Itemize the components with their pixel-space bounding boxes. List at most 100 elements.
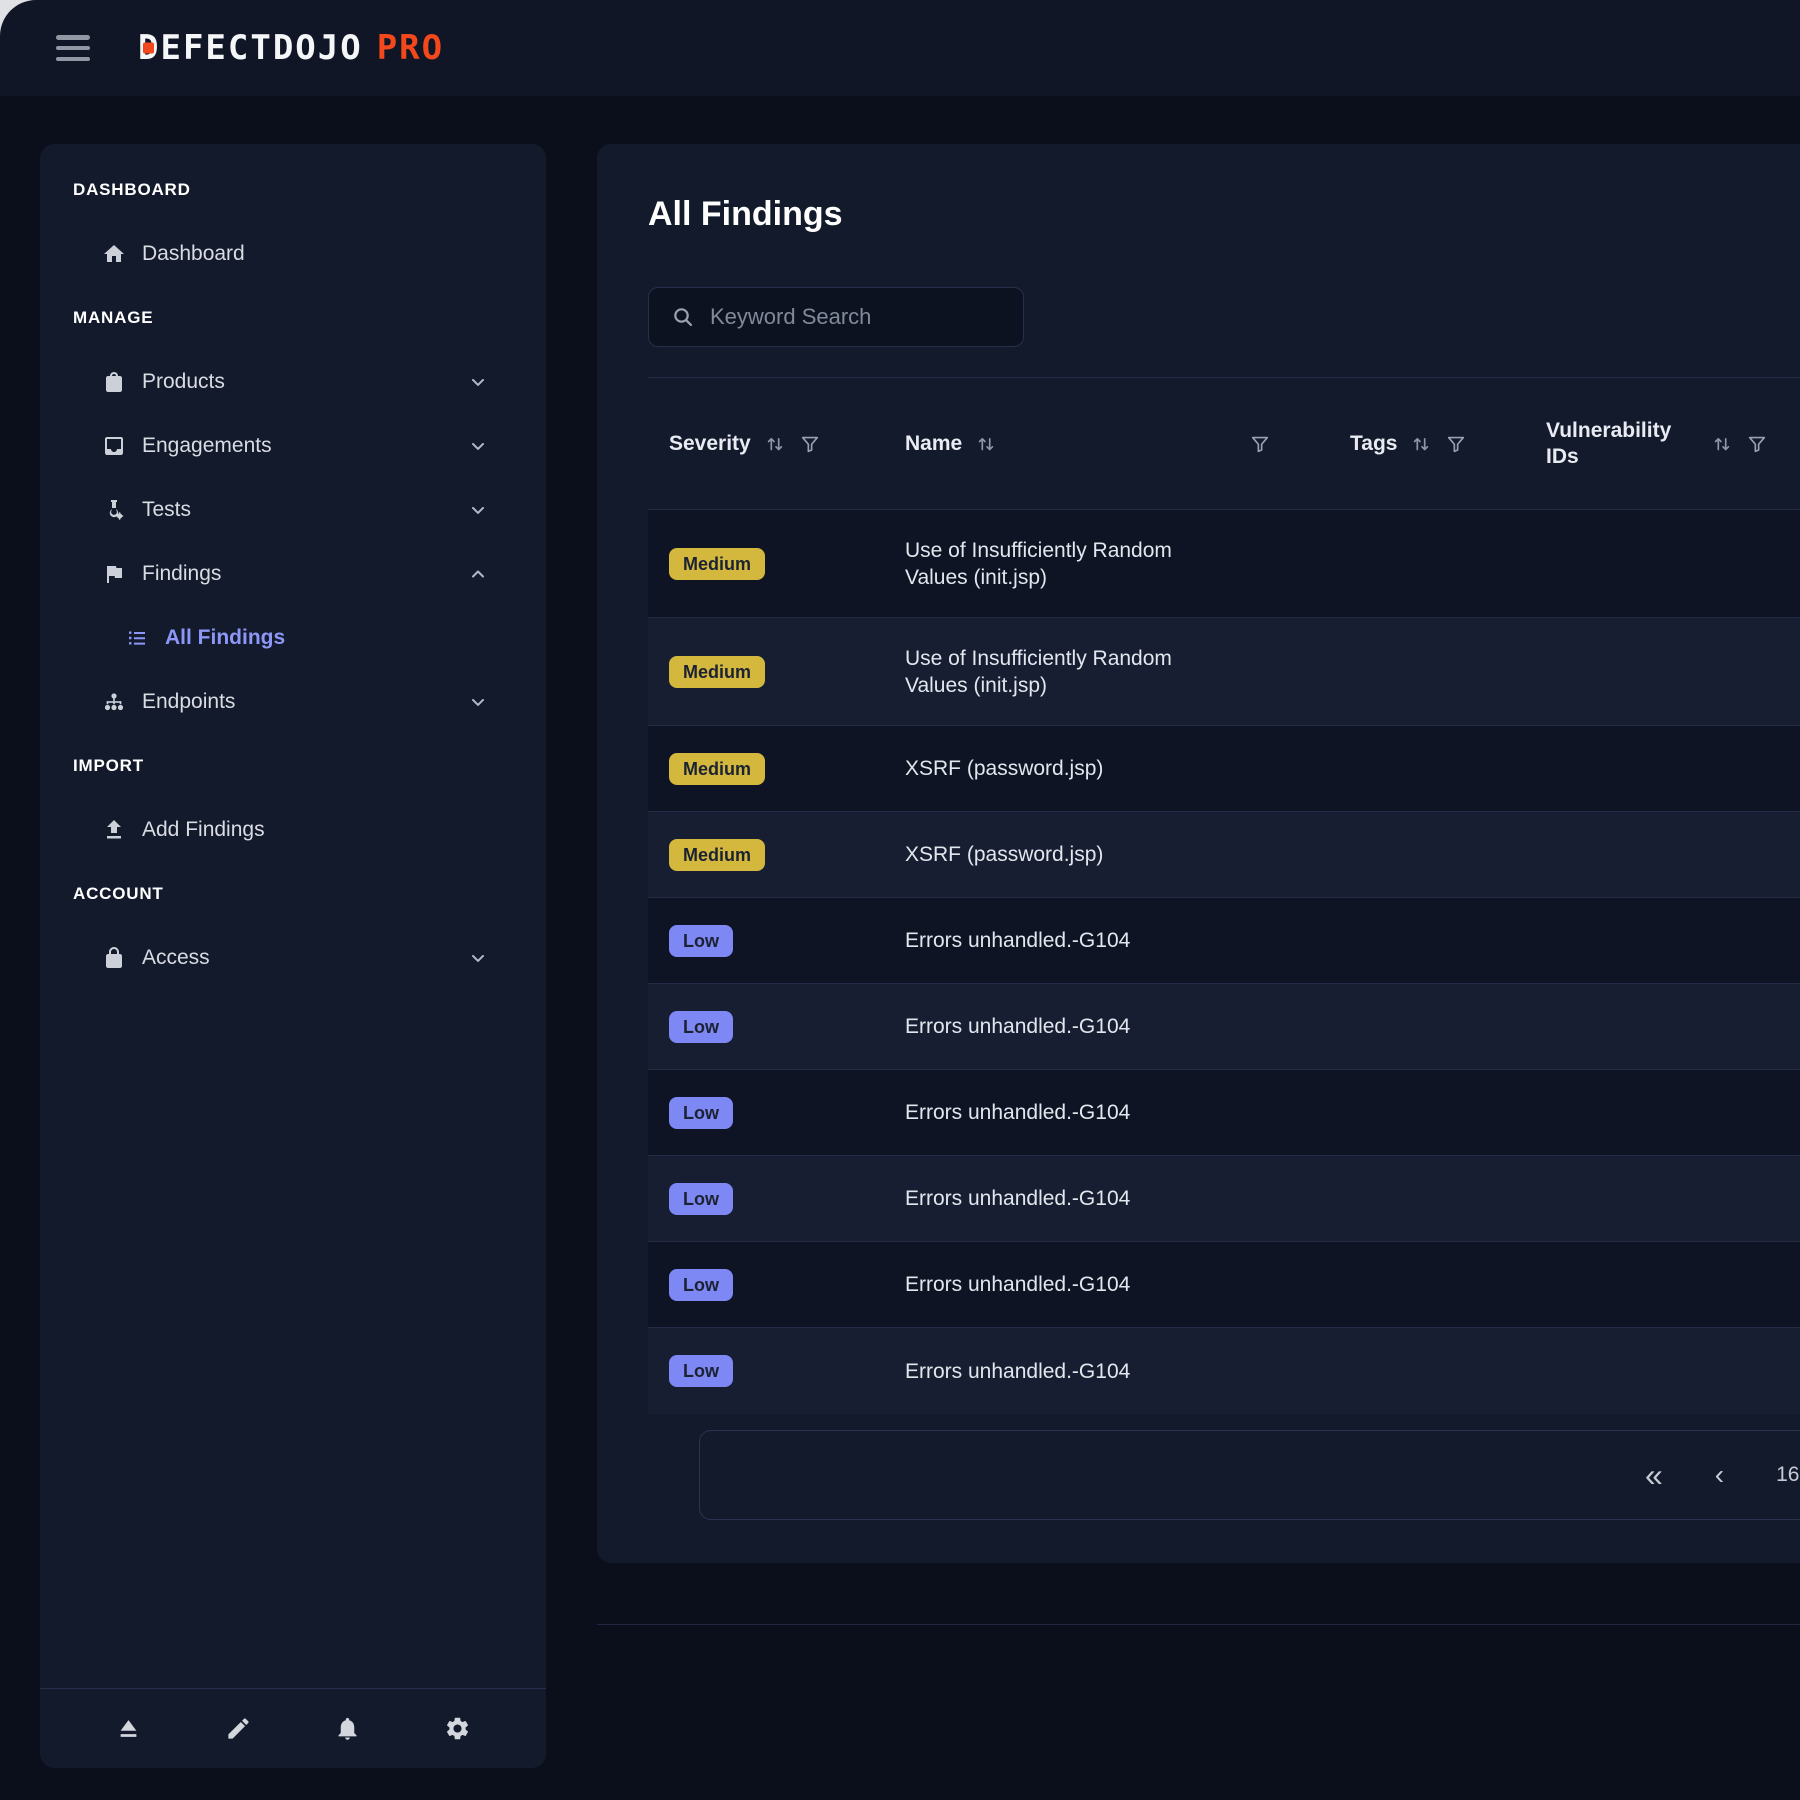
- severity-badge: Medium: [669, 753, 765, 785]
- search-input[interactable]: [710, 304, 1000, 330]
- sidebar-item-add-findings[interactable]: Add Findings: [40, 798, 546, 862]
- column-label: Tags: [1350, 431, 1397, 456]
- table-row[interactable]: Medium XSRF (password.jsp): [648, 812, 1800, 898]
- severity-badge: Medium: [669, 656, 765, 688]
- table-row[interactable]: Medium XSRF (password.jsp): [648, 726, 1800, 812]
- severity-badge: Low: [669, 1355, 733, 1387]
- sidebar-section-label-manage: MANAGE: [40, 286, 546, 350]
- sidebar-item-access[interactable]: Access: [40, 926, 546, 990]
- search-icon: [671, 305, 695, 329]
- finding-name-link[interactable]: Errors unhandled.-G104: [884, 1013, 1224, 1040]
- eject-icon[interactable]: [114, 1714, 144, 1744]
- sidebar-footer: [40, 1688, 546, 1768]
- flag-icon: [101, 561, 127, 587]
- finding-name-link[interactable]: Errors unhandled.-G104: [884, 1358, 1224, 1385]
- logo-text-main: DEFECTDOJO: [138, 28, 363, 68]
- pagination-first-icon[interactable]: «: [1645, 1459, 1663, 1491]
- sidebar-item-label: Findings: [142, 562, 221, 586]
- sidebar-item-label: Engagements: [142, 434, 272, 458]
- severity-badge: Low: [669, 1097, 733, 1129]
- bell-icon[interactable]: [333, 1714, 363, 1744]
- bag-icon: [101, 369, 127, 395]
- table-row[interactable]: Medium Use of Insufficiently Random Value…: [648, 618, 1800, 726]
- chevron-down-icon[interactable]: [468, 436, 488, 456]
- column-label: Vulnerability IDs: [1546, 418, 1698, 468]
- chevron-down-icon[interactable]: [468, 372, 488, 392]
- pagination-controls: « ‹ 161 to: [1645, 1431, 1800, 1519]
- severity-cell: Low: [648, 1011, 884, 1043]
- chevron-down-icon[interactable]: [468, 948, 488, 968]
- column-header-severity[interactable]: Severity: [648, 431, 884, 456]
- table-row[interactable]: LowErrors unhandled.-G104: [648, 1156, 1800, 1242]
- test-tube-icon: [101, 497, 127, 523]
- sidebar-item-label: All Findings: [165, 626, 285, 650]
- finding-name-link[interactable]: Errors unhandled.-G104: [884, 927, 1224, 954]
- upload-icon: [101, 817, 127, 843]
- severity-cell: Medium: [648, 839, 884, 871]
- lock-icon: [101, 945, 127, 971]
- sidebar-item-label: Products: [142, 370, 225, 394]
- sidebar-nav: DASHBOARDDashboardMANAGEProductsEngageme…: [40, 158, 546, 990]
- inbox-icon: [101, 433, 127, 459]
- sidebar-item-label: Endpoints: [142, 690, 235, 714]
- severity-cell: Medium: [648, 753, 884, 785]
- column-header-name[interactable]: Name: [884, 431, 1329, 456]
- table-row[interactable]: Low Errors unhandled.-G104: [648, 1328, 1800, 1414]
- sidebar-item-dashboard[interactable]: Dashboard: [40, 222, 546, 286]
- finding-name-link[interactable]: XSRF (password.jsp): [884, 755, 1224, 782]
- table-row[interactable]: Low Errors unhandled.-G104: [648, 984, 1800, 1070]
- hamburger-menu-icon[interactable]: [56, 35, 90, 61]
- footer-divider: [597, 1624, 1800, 1625]
- table-header-row: Severity Name Tags Vulnerability IDs: [648, 377, 1800, 510]
- sort-icon[interactable]: [1710, 432, 1734, 456]
- chevron-down-icon[interactable]: [468, 500, 488, 520]
- pagination-prev-icon[interactable]: ‹: [1715, 1461, 1724, 1489]
- app-header: DEFECTDOJO PRO: [0, 0, 1800, 96]
- table-row[interactable]: LowErrors unhandled.-G104: [648, 1242, 1800, 1328]
- column-label: Name: [905, 431, 962, 456]
- table-row[interactable]: Low Errors unhandled.-G104: [648, 1070, 1800, 1156]
- column-header-vulnerability-ids[interactable]: Vulnerability IDs: [1525, 418, 1800, 468]
- filter-icon[interactable]: [799, 433, 821, 455]
- finding-name-link[interactable]: Use of Insufficiently Random Values (ini…: [884, 645, 1224, 699]
- sidebar-item-findings[interactable]: Findings: [40, 542, 546, 606]
- chevron-up-icon[interactable]: [468, 564, 488, 584]
- filter-icon[interactable]: [1746, 433, 1768, 455]
- finding-name-link[interactable]: Use of Insufficiently Random Values (ini…: [884, 537, 1224, 591]
- table-row[interactable]: MediumUse of Insufficiently Random Value…: [648, 510, 1800, 618]
- severity-cell: Low: [648, 1269, 884, 1301]
- pagination-range-text: 161 to: [1776, 1463, 1800, 1487]
- severity-cell: Medium: [648, 656, 884, 688]
- gear-icon[interactable]: [442, 1714, 472, 1744]
- severity-badge: Low: [669, 1011, 733, 1043]
- sidebar-item-label: Dashboard: [142, 242, 245, 266]
- column-header-tags[interactable]: Tags: [1329, 431, 1525, 456]
- sidebar-item-products[interactable]: Products: [40, 350, 546, 414]
- pencil-icon[interactable]: [223, 1714, 253, 1744]
- sidebar-item-endpoints[interactable]: Endpoints: [40, 670, 546, 734]
- table-row[interactable]: LowErrors unhandled.-G104: [648, 898, 1800, 984]
- keyword-search-box[interactable]: [648, 287, 1024, 347]
- severity-cell: Low: [648, 1097, 884, 1129]
- filter-icon[interactable]: [1249, 433, 1271, 455]
- page-title: All Findings: [648, 192, 1800, 236]
- logo-text-pro: PRO: [377, 28, 444, 68]
- column-label: Severity: [669, 431, 751, 456]
- sort-icon[interactable]: [763, 432, 787, 456]
- chevron-down-icon[interactable]: [468, 692, 488, 712]
- sidebar-item-tests[interactable]: Tests: [40, 478, 546, 542]
- severity-cell: Low: [648, 925, 884, 957]
- finding-name-link[interactable]: Errors unhandled.-G104: [884, 1271, 1224, 1298]
- sidebar-item-engagements[interactable]: Engagements: [40, 414, 546, 478]
- finding-name-link[interactable]: XSRF (password.jsp): [884, 841, 1224, 868]
- filter-icon[interactable]: [1445, 433, 1467, 455]
- sort-icon[interactable]: [1409, 432, 1433, 456]
- sidebar-item-all-findings[interactable]: All Findings: [40, 606, 546, 670]
- sidebar: DASHBOARDDashboardMANAGEProductsEngageme…: [40, 144, 546, 1768]
- sort-icon[interactable]: [974, 432, 998, 456]
- finding-name-link[interactable]: Errors unhandled.-G104: [884, 1099, 1224, 1126]
- defectdojo-logo[interactable]: DEFECTDOJO PRO: [138, 28, 444, 68]
- severity-badge: Medium: [669, 839, 765, 871]
- finding-name-link[interactable]: Errors unhandled.-G104: [884, 1185, 1224, 1212]
- severity-cell: Medium: [648, 548, 884, 580]
